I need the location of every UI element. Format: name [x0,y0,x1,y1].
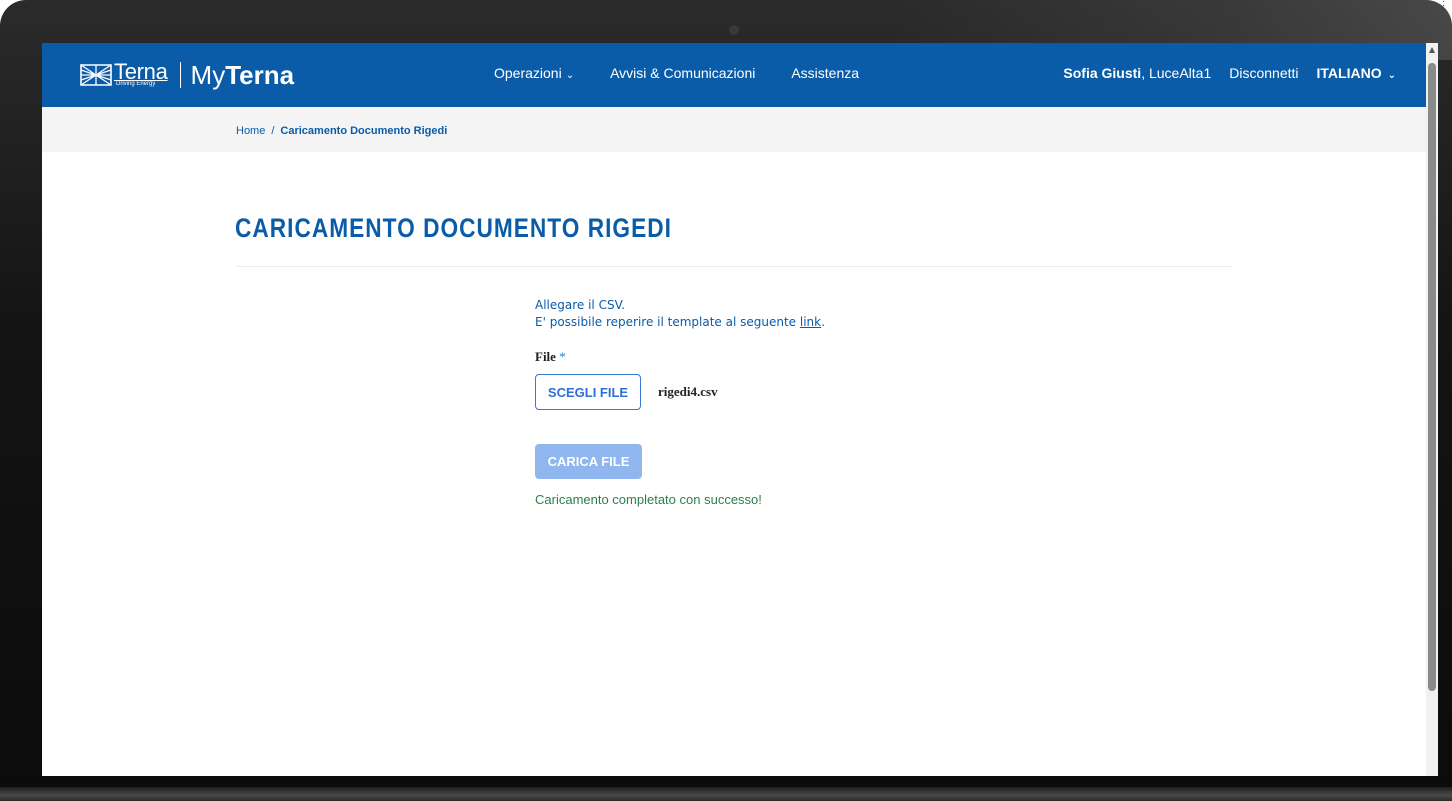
browser-viewport: Terna Driving Energy MyTerna Operazioni ⌄… [42,43,1426,776]
terna-logo-icon [80,64,112,86]
required-marker: * [559,349,566,364]
top-header: Terna Driving Energy MyTerna Operazioni ⌄… [42,43,1426,107]
breadcrumb-bar: Home / Caricamento Documento Rigedi [42,107,1426,152]
brand-separator [179,62,181,88]
nav-item-avvisi[interactable]: Avvisi & Comunicazioni [610,65,755,81]
breadcrumb-separator: / [271,125,275,137]
file-picker: SCEGLI FILE rigedi4.csv [535,374,1135,410]
user-name: Sofia Giusti [1063,65,1142,81]
scrollbar-thumb[interactable] [1428,63,1436,691]
brand-logo[interactable]: Terna Driving Energy MyTerna [80,59,294,91]
breadcrumb: Home / Caricamento Documento Rigedi [236,125,447,137]
breadcrumb-current: Caricamento Documento Rigedi [280,125,448,137]
user-account: , LuceAlta1 [1141,65,1212,81]
chevron-down-icon: ⌄ [1387,70,1396,81]
page-title: CARICAMENTO DOCUMENTO RIGEDI [235,213,672,243]
scroll-up-arrow-icon[interactable] [1429,47,1435,53]
nav-item-label: Operazioni [494,65,562,81]
intro-line-1: Allegare il CSV. [535,298,626,312]
choose-file-button[interactable]: SCEGLI FILE [535,374,641,410]
title-divider [236,266,1232,267]
nav-item-assistenza[interactable]: Assistenza [791,65,859,81]
nav-item-operazioni[interactable]: Operazioni ⌄ [494,65,574,81]
laptop-bottom-edge [0,787,1452,801]
file-field-label: File * [535,349,1135,365]
selected-file-name: rigedi4.csv [658,384,718,399]
intro-text: Allegare il CSV. E' possibile reperire i… [535,297,1135,331]
vertical-scrollbar[interactable] [1426,43,1438,776]
main-nav: Operazioni ⌄ Avvisi & Comunicazioni Assis… [494,65,895,81]
breadcrumb-home[interactable]: Home [236,125,265,137]
brand-terna-word: Terna [114,58,168,84]
webcam [730,26,738,34]
logout-link[interactable]: Disconnetti [1229,65,1298,81]
upload-file-button[interactable]: CARICA FILE [535,444,642,479]
brand-my: My [190,59,226,90]
brand-myterna-bold: Terna [225,59,295,90]
intro-line-2-end: . [821,315,825,329]
language-selector[interactable]: ITALIANO ⌄ [1317,65,1396,81]
file-label-text: File [535,349,556,364]
nav-item-label: Avvisi & Comunicazioni [610,65,756,81]
upload-form: Allegare il CSV. E' possibile reperire i… [535,297,1135,507]
user-info[interactable]: Sofia Giusti, LuceAlta1 [1063,65,1211,81]
brand-terna: Terna Driving Energy [114,58,168,88]
language-label: ITALIANO [1316,65,1382,81]
brand-myterna: MyTerna [191,60,295,91]
corner-dots: · · · [1442,0,1446,15]
template-link[interactable]: link [800,315,821,329]
intro-line-2: E' possibile reperire il template al seg… [535,315,800,329]
success-message: Caricamento completato con successo! [535,492,762,507]
user-area: Sofia Giusti, LuceAlta1 Disconnetti ITAL… [1063,65,1396,81]
chevron-down-icon: ⌄ [565,70,575,81]
nav-item-label: Assistenza [791,65,860,81]
